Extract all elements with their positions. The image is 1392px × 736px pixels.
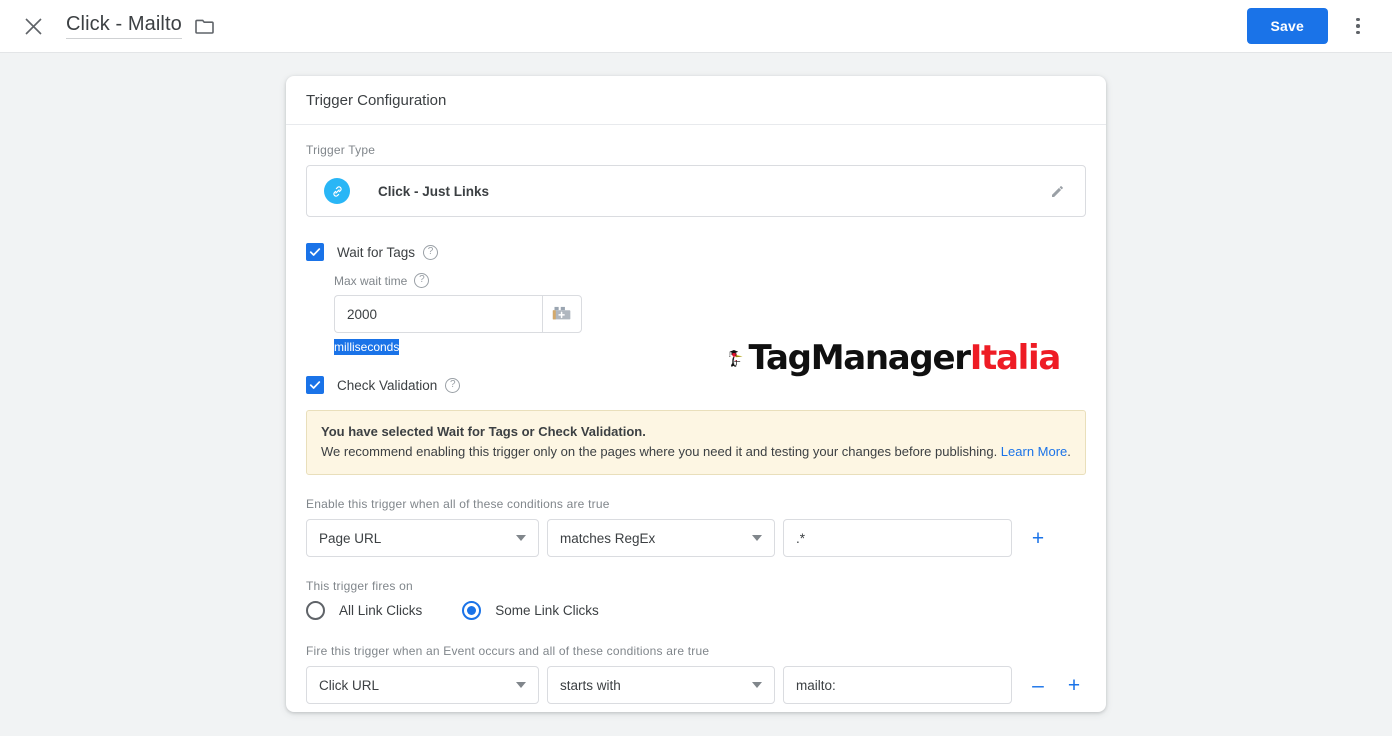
add-fire-condition-button[interactable]: + [1062, 673, 1086, 697]
fire-condition-variable-value: Click URL [319, 677, 380, 693]
learn-more-link[interactable]: Learn More [1001, 444, 1067, 459]
remove-fire-condition-button[interactable]: – [1026, 673, 1050, 697]
top-bar-actions: Save [1246, 8, 1392, 44]
pencil-icon[interactable] [1049, 182, 1067, 200]
warning-body: We recommend enabling this trigger only … [321, 444, 1001, 459]
trigger-type-selector[interactable]: Click - Just Links [306, 165, 1086, 217]
warning-body-suffix: . [1067, 444, 1071, 459]
chevron-down-icon [516, 682, 526, 688]
more-options-icon[interactable] [1340, 8, 1376, 44]
max-wait-time-unit: milliseconds [334, 339, 400, 355]
help-icon[interactable]: ? [423, 244, 439, 260]
enable-condition-variable-select[interactable]: Page URL [306, 519, 539, 557]
insert-variable-icon[interactable] [542, 295, 582, 333]
watermark-text-red: Italia [969, 338, 1062, 378]
card-title: Trigger Configuration [306, 91, 447, 109]
link-icon [324, 178, 350, 204]
enable-conditions-label: Enable this trigger when all of these co… [306, 497, 610, 511]
enable-condition-operator-select[interactable]: matches RegEx [547, 519, 775, 557]
close-icon[interactable] [18, 11, 48, 41]
enable-conditions-row: Page URL matches RegEx + [306, 519, 1086, 557]
trigger-type-label: Trigger Type [306, 143, 376, 157]
fire-condition-operator-value: starts with [560, 677, 621, 693]
wait-for-tags-warning: You have selected Wait for Tags or Check… [306, 410, 1086, 475]
trigger-type-value: Click - Just Links [378, 183, 490, 199]
check-validation-label: Check Validation [337, 377, 438, 393]
warning-title: You have selected Wait for Tags or Check… [321, 424, 646, 439]
fires-on-label: This trigger fires on [306, 579, 413, 593]
help-icon[interactable]: ? [414, 273, 430, 288]
fire-condition-operator-select[interactable]: starts with [547, 666, 775, 704]
max-wait-time-label: Max wait time [334, 273, 408, 288]
watermark-text-black: TagManager [748, 338, 971, 378]
chevron-down-icon [752, 682, 762, 688]
tagmanageritalia-watermark: TagManagerItalia [728, 309, 1062, 407]
add-enable-condition-button[interactable]: + [1026, 526, 1050, 550]
app-root: Click - Mailto Save Trigger Configuratio… [0, 0, 1392, 736]
chevron-down-icon [516, 535, 526, 541]
folder-icon[interactable] [195, 18, 214, 34]
help-icon[interactable]: ? [445, 377, 461, 393]
check-validation-checkbox[interactable] [306, 376, 324, 394]
fire-condition-value-input[interactable] [783, 666, 1012, 704]
max-wait-time-label-row: Max wait time ? [334, 273, 1086, 288]
watermark-text: TagManagerItalia [748, 338, 1062, 378]
radio-all-link-clicks[interactable] [306, 601, 325, 620]
card-header: Trigger Configuration [286, 76, 1106, 125]
card-body: Trigger Type Click - Just Links Wait for… [286, 125, 1106, 704]
enable-condition-value-input[interactable] [783, 519, 1012, 557]
wait-for-tags-row: Wait for Tags ? [306, 243, 1086, 261]
enable-condition-operator-value: matches RegEx [560, 530, 656, 546]
max-wait-time-input[interactable] [334, 295, 542, 333]
chevron-down-icon [752, 535, 762, 541]
warning-body-row: We recommend enabling this trigger only … [321, 442, 1071, 462]
wait-for-tags-checkbox[interactable] [306, 243, 324, 261]
fire-conditions-label: Fire this trigger when an Event occurs a… [306, 644, 710, 658]
enable-condition-variable-value: Page URL [319, 530, 382, 546]
save-button[interactable]: Save [1246, 8, 1328, 44]
fire-condition-variable-select[interactable]: Click URL [306, 666, 539, 704]
radio-all-link-clicks-label: All Link Clicks [339, 603, 423, 618]
top-app-bar: Click - Mailto Save [0, 0, 1392, 53]
trigger-name-input[interactable]: Click - Mailto [66, 13, 182, 39]
title-group: Click - Mailto [66, 13, 214, 39]
woodpecker-graduate-icon [729, 349, 743, 367]
wait-for-tags-label: Wait for Tags [337, 244, 416, 260]
trigger-configuration-card: Trigger Configuration Trigger Type Click… [286, 76, 1106, 712]
radio-some-link-clicks-label: Some Link Clicks [495, 603, 599, 618]
radio-some-link-clicks[interactable] [462, 601, 482, 620]
fire-conditions-row: Click URL starts with – + [306, 666, 1086, 704]
fires-on-radio-group: All Link Clicks Some Link Clicks [306, 601, 1086, 620]
